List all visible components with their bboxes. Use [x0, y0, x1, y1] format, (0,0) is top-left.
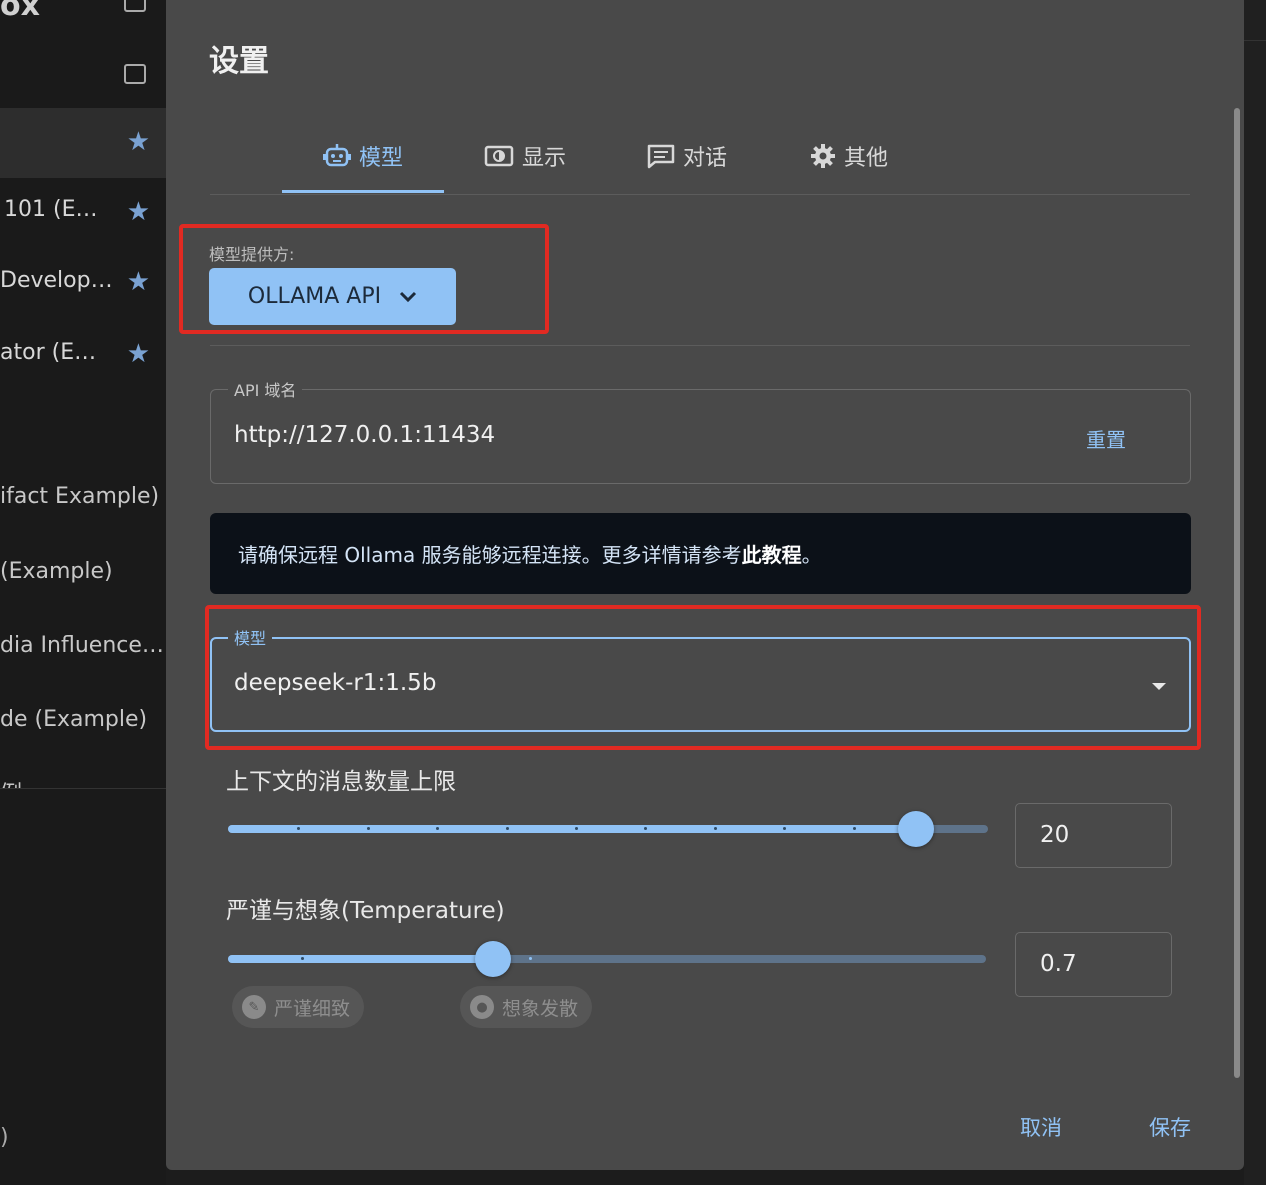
display-icon: [484, 144, 514, 168]
archive-icon[interactable]: [124, 64, 146, 84]
list-item[interactable]: de (Example): [0, 707, 147, 732]
sidebar-item[interactable]: ator (E… ★: [0, 320, 166, 390]
context-limit-thumb[interactable]: [898, 811, 934, 847]
background-sidebar: ox ★ 101 (E… ★ Develop… ★ ator (E… ★ ifa…: [0, 0, 166, 1185]
tab-model[interactable]: 模型: [282, 118, 444, 194]
context-limit-tick: [297, 827, 300, 830]
star-icon[interactable]: ★: [127, 199, 150, 225]
section-divider: [210, 345, 1190, 346]
star-icon[interactable]: ★: [127, 269, 150, 295]
save-button[interactable]: 保存: [1149, 1112, 1191, 1142]
active-tab-indicator: [282, 190, 444, 193]
lightbulb-icon: ●: [470, 995, 494, 1019]
gear-icon: [810, 143, 836, 169]
context-limit-tick: [853, 827, 856, 830]
context-limit-tick: [575, 827, 578, 830]
context-limit-title: 上下文的消息数量上限: [226, 769, 456, 795]
tab-label: 其他: [843, 146, 888, 171]
dialog-title: 设置: [209, 44, 269, 79]
context-limit-tick: [783, 827, 786, 830]
sidebar-item[interactable]: ★: [0, 108, 166, 178]
context-limit-tick: [367, 827, 370, 830]
tab-chat[interactable]: 对话: [606, 118, 768, 194]
tutorial-link[interactable]: 此教程: [742, 543, 802, 567]
highlight-box-model: [205, 605, 1201, 750]
context-limit-fill: [228, 825, 916, 833]
rigorous-icon: ✎: [242, 995, 266, 1019]
cancel-button[interactable]: 取消: [1020, 1112, 1062, 1142]
list-item[interactable]: (Example): [0, 559, 113, 584]
tab-other[interactable]: 其他: [768, 118, 930, 194]
chip-label: 严谨细致: [274, 997, 351, 1020]
temperature-tick: [529, 957, 532, 960]
sidebar-app-title: ox: [0, 0, 40, 23]
context-limit-tick: [436, 827, 439, 830]
sidebar-bottom-text: ): [0, 1125, 9, 1150]
sidebar-item-label: 101 (E…: [4, 197, 98, 222]
context-limit-tick: [506, 827, 509, 830]
background-right-strip: [1244, 0, 1266, 1185]
context-limit-input[interactable]: 20: [1015, 803, 1172, 868]
sidebar-divider: [0, 788, 166, 789]
sidebar-item[interactable]: Develop… ★: [0, 248, 166, 318]
info-notice: 请确保远程 Ollama 服务能够远程连接。更多详情请参考此教程。: [210, 513, 1191, 594]
api-host-value[interactable]: http://127.0.0.1:11434: [234, 422, 495, 448]
notice-text: 请确保远程 Ollama 服务能够远程连接。更多详情请参考: [238, 543, 742, 567]
list-item[interactable]: dia Influence…: [0, 633, 164, 658]
api-host-label: API 域名: [228, 377, 303, 401]
tab-label: 显示: [521, 146, 566, 171]
imaginative-chip[interactable]: ● 想象发散: [460, 986, 593, 1028]
star-icon[interactable]: ★: [127, 129, 150, 155]
temperature-fill: [228, 955, 493, 963]
star-icon[interactable]: ★: [127, 341, 150, 367]
sidebar-layout-icon[interactable]: [124, 0, 146, 12]
rigorous-chip[interactable]: ✎ 严谨细致: [232, 986, 365, 1028]
highlight-box-provider: [179, 224, 549, 334]
chip-label: 想象发散: [502, 997, 579, 1020]
settings-dialog: 设置 模型 显示 对话 其他 模型提供方: OLLAMA API API 域名 …: [166, 0, 1244, 1170]
settings-tabs: 模型 显示 对话 其他: [210, 118, 1190, 195]
robot-icon: [322, 143, 351, 169]
temperature-input[interactable]: 0.7: [1015, 932, 1172, 997]
temperature-tick: [301, 957, 304, 960]
sidebar-item-label: ator (E…: [0, 340, 97, 365]
list-item[interactable]: 例: [0, 776, 22, 788]
reset-button[interactable]: 重置: [1086, 424, 1126, 453]
temperature-thumb[interactable]: [475, 941, 511, 977]
tab-display[interactable]: 显示: [444, 118, 606, 194]
list-item[interactable]: ifact Example): [0, 484, 159, 509]
sidebar-item[interactable]: 101 (E… ★: [0, 178, 166, 248]
tab-label: 对话: [682, 146, 727, 171]
context-limit-tick: [714, 827, 717, 830]
temperature-title: 严谨与想象(Temperature): [226, 898, 505, 924]
notice-suffix: 。: [801, 543, 822, 567]
chat-icon: [647, 143, 675, 169]
sidebar-item-label: Develop…: [0, 268, 113, 293]
dialog-scrollbar[interactable]: [1234, 108, 1240, 1078]
context-limit-tick: [644, 827, 647, 830]
tab-label: 模型: [358, 146, 403, 171]
